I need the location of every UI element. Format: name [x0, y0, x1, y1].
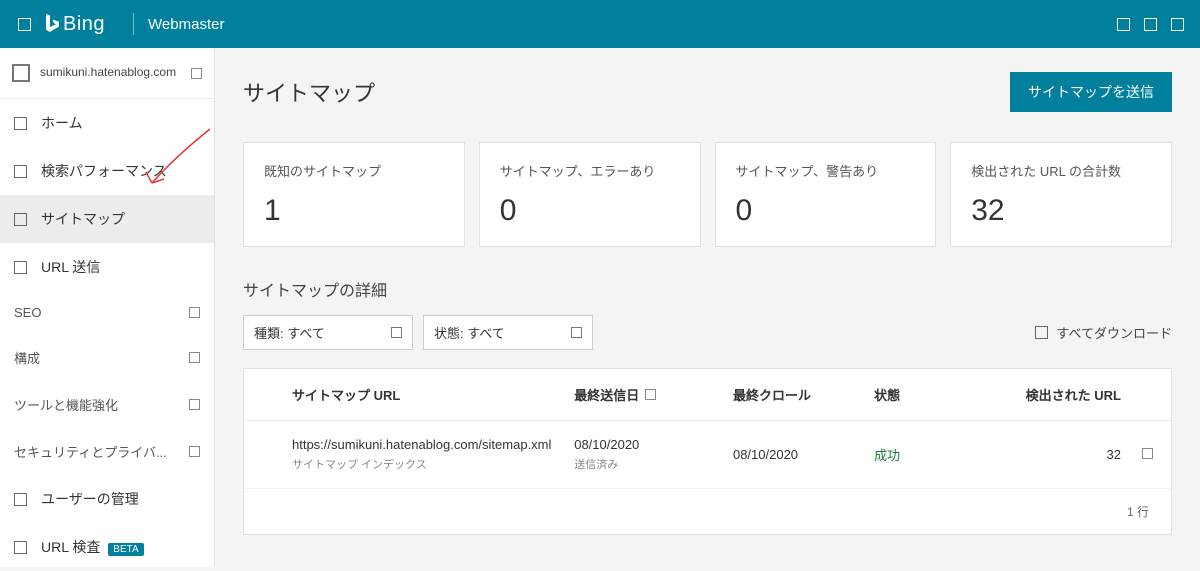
home-icon	[14, 117, 27, 130]
stat-value: 32	[971, 194, 1151, 228]
submit-sitemap-button[interactable]: サイトマップを送信	[1010, 72, 1172, 112]
table-header: サイトマップ URL 最終送信日 最終クロール 状態 検出された URL	[244, 369, 1171, 421]
sidebar-item-user-management[interactable]: ユーザーの管理	[0, 475, 214, 523]
table-row[interactable]: https://sumikuni.hatenablog.com/sitemap.…	[244, 421, 1171, 489]
chevron-down-icon	[189, 446, 200, 457]
topbar-right-icons	[1117, 18, 1188, 31]
sitemap-table: サイトマップ URL 最終送信日 最終クロール 状態 検出された URL htt…	[243, 368, 1172, 535]
row-last-crawl: 08/10/2020	[733, 447, 874, 462]
filter-status-select[interactable]: 状態: すべて	[423, 315, 593, 350]
product-name[interactable]: Webmaster	[148, 16, 224, 33]
detail-title: サイトマップの詳細	[243, 277, 1172, 301]
stat-card-known[interactable]: 既知のサイトマップ 1	[243, 142, 465, 247]
sidebar-item-url-inspection[interactable]: URL 検査 BETA	[0, 523, 214, 571]
row-url: https://sumikuni.hatenablog.com/sitemap.…	[292, 437, 574, 452]
stats-row: 既知のサイトマップ 1 サイトマップ、エラーあり 0 サイトマップ、警告あり 0…	[243, 142, 1172, 247]
sidebar-section-label: ツールと機能強化	[14, 395, 175, 414]
chevron-down-icon	[189, 399, 200, 410]
download-icon	[1035, 326, 1048, 339]
stat-value: 0	[736, 194, 916, 228]
stat-label: サイトマップ、警告あり	[736, 161, 916, 180]
sidebar: sumikuni.hatenablog.com ホーム 検索パフォーマンス サイ…	[0, 48, 215, 567]
filter-status-value: 状態: すべて	[434, 323, 505, 342]
filter-row: 種類: すべて 状態: すべて すべてダウンロード	[243, 315, 1172, 350]
sort-icon	[645, 389, 656, 400]
topbar-action-icon[interactable]	[1171, 18, 1184, 31]
col-last-submit[interactable]: 最終送信日	[574, 385, 733, 404]
brand-divider	[133, 13, 134, 35]
sidebar-section-label: SEO	[14, 305, 175, 320]
stat-card-errors[interactable]: サイトマップ、エラーあり 0	[479, 142, 701, 247]
inspect-icon	[14, 541, 27, 554]
download-all-label: すべてダウンロード	[1056, 323, 1172, 342]
chart-icon	[14, 165, 27, 178]
top-bar: Bing Webmaster	[0, 0, 1200, 48]
stat-value: 1	[264, 194, 444, 228]
topbar-action-icon[interactable]	[1144, 18, 1157, 31]
menu-icon[interactable]	[18, 18, 31, 31]
stat-card-warnings[interactable]: サイトマップ、警告あり 0	[715, 142, 937, 247]
sidebar-item-label: ホーム	[41, 113, 200, 133]
sidebar-section-seo[interactable]: SEO	[0, 291, 214, 334]
page-title: サイトマップ	[243, 76, 375, 108]
site-name: sumikuni.hatenablog.com	[40, 65, 181, 81]
beta-badge: BETA	[108, 543, 143, 556]
sidebar-section-security[interactable]: セキュリティとプライバ...	[0, 428, 214, 475]
col-last-crawl[interactable]: 最終クロール	[733, 385, 874, 404]
chevron-down-icon	[391, 327, 402, 338]
url-icon	[14, 261, 27, 274]
row-type: サイトマップ インデックス	[292, 456, 574, 472]
sidebar-item-label-text: URL 検査	[41, 539, 100, 555]
bing-logo-icon[interactable]	[43, 13, 61, 35]
stat-label: 検出された URL の合計数	[971, 161, 1151, 180]
col-discovered[interactable]: 検出された URL	[980, 385, 1129, 404]
more-icon[interactable]	[1142, 448, 1153, 459]
row-submit-status: 送信済み	[574, 456, 733, 472]
filter-type-value: 種類: すべて	[254, 323, 325, 342]
chevron-down-icon	[191, 68, 202, 79]
sidebar-section-label: セキュリティとプライバ...	[14, 442, 175, 461]
table-footer: 1 行	[244, 489, 1171, 534]
row-status: 成功	[874, 445, 980, 464]
topbar-action-icon[interactable]	[1117, 18, 1130, 31]
sidebar-item-label: ユーザーの管理	[41, 489, 200, 509]
site-selector[interactable]: sumikuni.hatenablog.com	[0, 48, 214, 99]
main-content: サイトマップ サイトマップを送信 既知のサイトマップ 1 サイトマップ、エラーあ…	[215, 48, 1200, 567]
col-url[interactable]: サイトマップ URL	[292, 385, 574, 404]
sidebar-item-home[interactable]: ホーム	[0, 99, 214, 147]
download-all-button[interactable]: すべてダウンロード	[1035, 323, 1172, 342]
sidebar-item-label: URL 送信	[41, 257, 200, 277]
row-discovered: 32	[980, 447, 1129, 462]
stat-value: 0	[500, 194, 680, 228]
sidebar-section-configuration[interactable]: 構成	[0, 334, 214, 381]
col-status[interactable]: 状態	[874, 385, 980, 404]
filter-type-select[interactable]: 種類: すべて	[243, 315, 413, 350]
sidebar-item-search-performance[interactable]: 検索パフォーマンス	[0, 147, 214, 195]
row-last-submit: 08/10/2020	[574, 437, 733, 452]
sidebar-section-tools[interactable]: ツールと機能強化	[0, 381, 214, 428]
site-icon	[12, 64, 30, 82]
page-header: サイトマップ サイトマップを送信	[243, 72, 1172, 112]
chevron-down-icon	[571, 327, 582, 338]
stat-label: 既知のサイトマップ	[264, 161, 444, 180]
sidebar-item-label: URL 検査 BETA	[41, 537, 200, 557]
sidebar-item-url-submission[interactable]: URL 送信	[0, 243, 214, 291]
chevron-down-icon	[189, 307, 200, 318]
stat-card-discovered[interactable]: 検出された URL の合計数 32	[950, 142, 1172, 247]
chevron-down-icon	[189, 352, 200, 363]
sidebar-item-label: 検索パフォーマンス	[41, 161, 200, 181]
sidebar-section-label: 構成	[14, 348, 175, 367]
sidebar-item-label: サイトマップ	[41, 209, 200, 229]
col-last-submit-label: 最終送信日	[574, 385, 639, 404]
brand-name[interactable]: Bing	[63, 13, 105, 36]
users-icon	[14, 493, 27, 506]
sitemap-icon	[14, 213, 27, 226]
sidebar-item-sitemaps[interactable]: サイトマップ	[0, 195, 214, 243]
stat-label: サイトマップ、エラーあり	[500, 161, 680, 180]
